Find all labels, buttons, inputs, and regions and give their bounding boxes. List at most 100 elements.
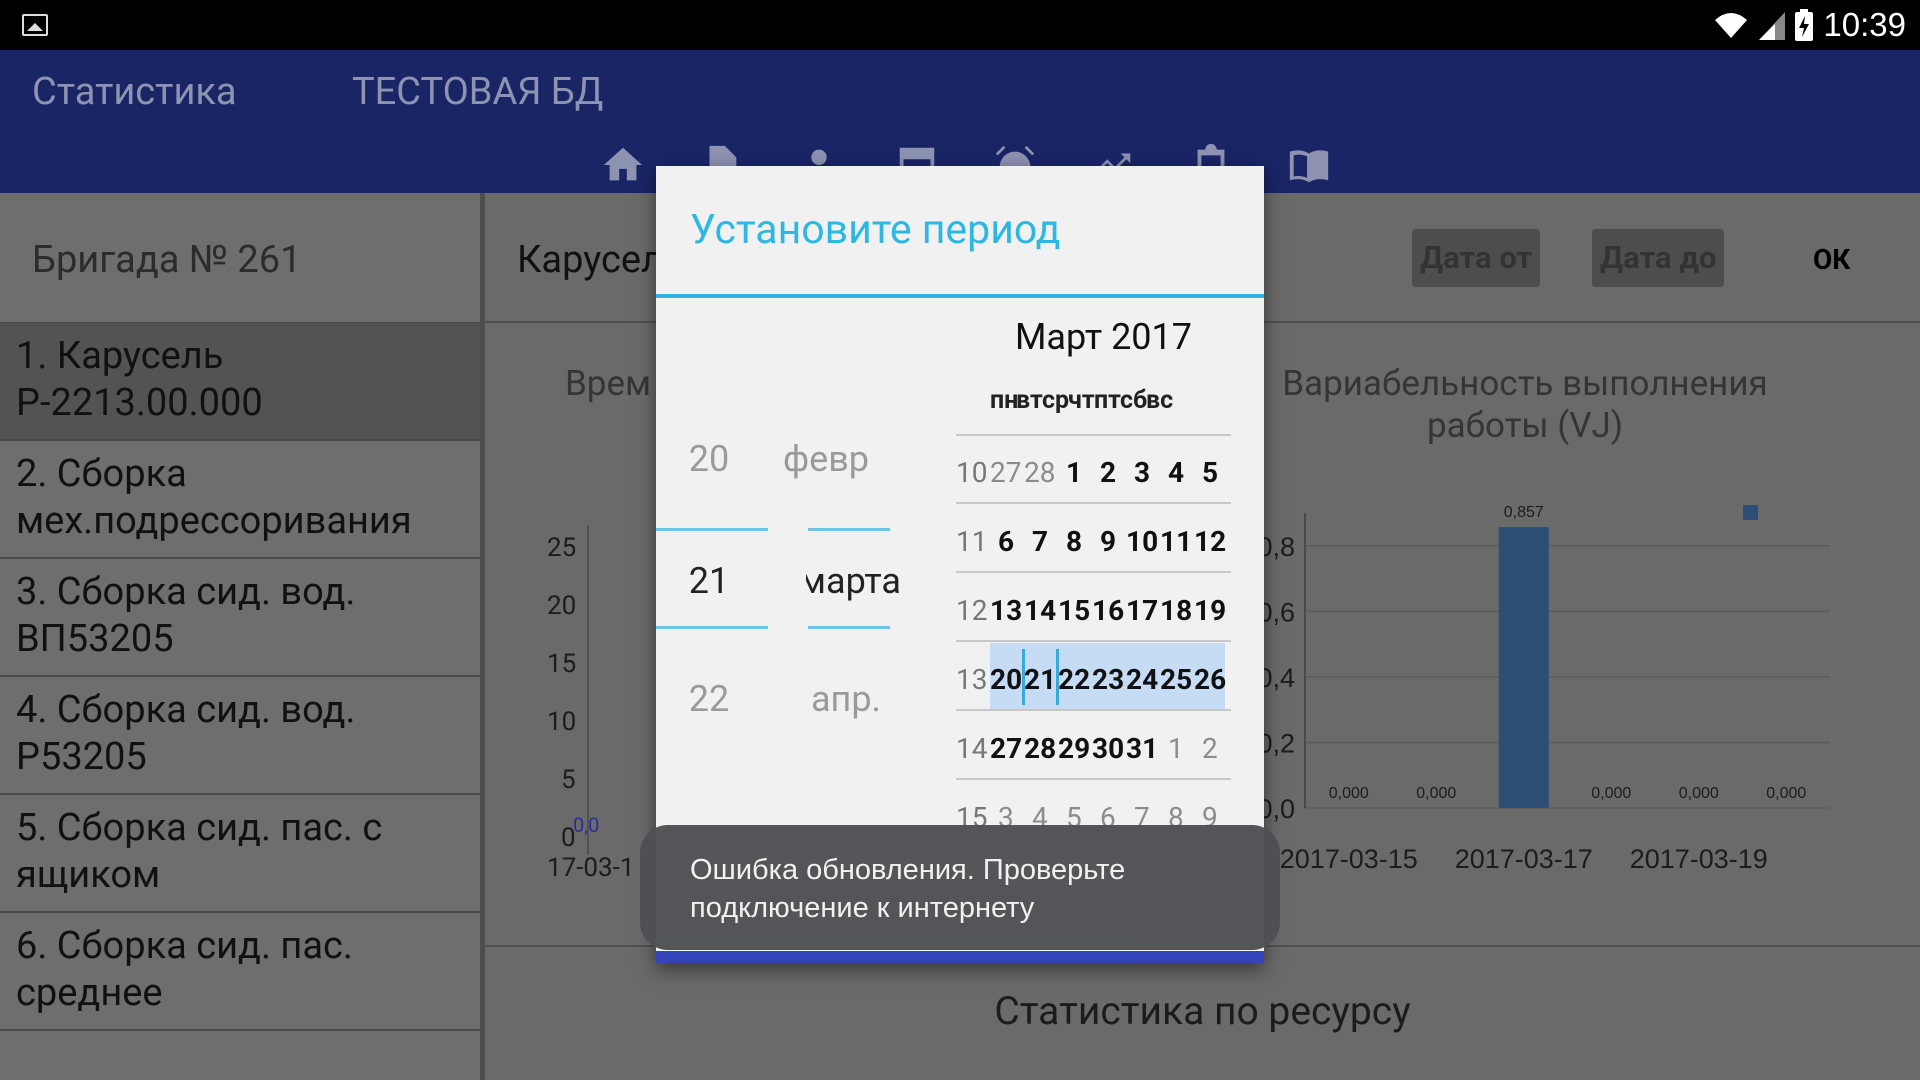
y-axis	[587, 525, 589, 855]
resource-stats-title: Статистика по ресурсу	[994, 988, 1411, 1034]
sidebar-item-label: 3. Сборка сид. вод.	[16, 570, 356, 614]
month-picker-next[interactable]: апр.	[796, 678, 896, 720]
calendar-day[interactable]: 13	[990, 594, 1022, 627]
picker-divider	[656, 626, 768, 629]
calendar-day[interactable]: 30	[1092, 732, 1124, 765]
vj-chart-title: Вариабельность выполнения работы (VJ)	[1282, 363, 1768, 446]
sidebar-item-4[interactable]: 4. Сборка сид. вод. Р53205	[0, 677, 480, 795]
calendar-day[interactable]: 5	[1202, 456, 1218, 489]
calendar-day[interactable]: 1	[1168, 732, 1184, 765]
calendar-day[interactable]: 28	[1024, 456, 1055, 489]
calendar-day[interactable]: 17	[1126, 594, 1158, 627]
week-number: 14	[956, 732, 988, 765]
calendar-day[interactable]: 27	[990, 732, 1022, 765]
calendar-day[interactable]: 2	[1100, 456, 1116, 489]
calendar-month-label: Март 2017	[1015, 316, 1192, 358]
book-icon[interactable]	[1286, 142, 1333, 189]
day-picker-current[interactable]: 21	[674, 560, 744, 602]
y-tick-label: 25	[547, 533, 577, 563]
sidebar-item-sublabel: ВП53205	[16, 617, 174, 661]
calendar-day[interactable]: 1	[1066, 456, 1082, 489]
calendar-day[interactable]: 22	[1058, 663, 1090, 696]
calendar-day[interactable]: 14	[1024, 594, 1056, 627]
calendar-day[interactable]: 15	[1058, 594, 1090, 627]
brigade-sidebar: Бригада № 261 1. Карусель Р-2213.00.000 …	[0, 193, 480, 1080]
x-tick-label: 2017-03-19	[1630, 844, 1768, 874]
sidebar-item-1[interactable]: 1. Карусель Р-2213.00.000	[0, 323, 480, 441]
calendar-day[interactable]: 7	[1032, 525, 1048, 558]
calendar-week-row: 13 20 21 22 23 24 25 26	[956, 643, 1231, 711]
calendar-day[interactable]: 10	[1126, 525, 1158, 558]
calendar-day[interactable]: 27	[990, 456, 1021, 489]
dialog-title: Установите период	[690, 206, 1061, 254]
y-tick-label: 15	[547, 649, 577, 679]
calendar-day[interactable]: 20	[990, 663, 1022, 696]
week-number: 12	[956, 594, 988, 627]
day-picker-prev[interactable]: 20	[674, 438, 744, 480]
wifi-icon	[1715, 13, 1748, 38]
month-picker-current[interactable]: марта	[806, 560, 901, 602]
ok-button[interactable]: ОК	[1813, 243, 1850, 276]
sidebar-item-sublabel: Р53205	[16, 735, 147, 779]
picker-divider	[808, 528, 890, 531]
data-label: 0,000	[1679, 785, 1719, 802]
calendar-day[interactable]: 26	[1194, 663, 1226, 696]
calendar-day[interactable]: 8	[1066, 525, 1082, 558]
sidebar-item-sublabel: мех.подрессоривания	[16, 499, 412, 543]
dialog-title-divider	[656, 294, 1264, 298]
date-from-button[interactable]: Дата от	[1412, 229, 1541, 287]
calendar-day[interactable]: 21	[1024, 663, 1056, 696]
calendar-day[interactable]: 11	[1160, 525, 1192, 558]
signal-icon	[1759, 12, 1786, 40]
week-number: 11	[956, 525, 988, 558]
calendar-day[interactable]: 23	[1092, 663, 1124, 696]
calendar-day[interactable]: 2	[1202, 732, 1218, 765]
data-label: 0,000	[1329, 785, 1369, 802]
legend-marker	[1743, 505, 1758, 520]
day-picker-next[interactable]: 22	[674, 678, 744, 720]
calendar-day[interactable]: 3	[1134, 456, 1150, 489]
weekday-label: ср	[1042, 386, 1070, 415]
y-tick-label: 5	[561, 765, 576, 795]
calendar-day[interactable]: 19	[1194, 594, 1226, 627]
weekday-label: вт	[1016, 386, 1043, 415]
calendar-day[interactable]: 16	[1092, 594, 1124, 627]
sidebar-item-label: 4. Сборка сид. вод.	[16, 688, 356, 732]
calendar-day[interactable]: 9	[1100, 525, 1116, 558]
calendar-day[interactable]: 18	[1160, 594, 1192, 627]
x-tick-label: 2017-03-15	[1280, 844, 1418, 874]
gallery-icon	[22, 14, 48, 36]
calendar-day[interactable]: 31	[1126, 732, 1158, 765]
vj-chart: 0,80,60,40,20,00,000 0,0000,8570,000 0,000…	[1257, 504, 1830, 874]
sidebar-item-3[interactable]: 3. Сборка сид. вод. ВП53205	[0, 559, 480, 677]
week-divider	[956, 778, 1231, 780]
home-icon[interactable]	[600, 142, 647, 189]
app-title: Статистика	[32, 70, 237, 114]
data-label: 0,000	[1591, 785, 1631, 802]
toast-line-2: подключение к интернету	[690, 892, 1035, 924]
month-picker-prev[interactable]: февр	[776, 438, 876, 480]
sidebar-item-2[interactable]: 2. Сборка мех.подрессоривания	[0, 441, 480, 559]
sidebar-item-sublabel: ящиком	[16, 853, 161, 897]
week-divider	[956, 571, 1231, 573]
calendar-day[interactable]: 24	[1126, 663, 1158, 696]
battery-charging-icon	[1795, 9, 1814, 41]
weekday-label: чт	[1068, 386, 1095, 415]
calendar-day[interactable]: 6	[998, 525, 1014, 558]
sidebar-item-5[interactable]: 5. Сборка сид. пас. с ящиком	[0, 795, 480, 913]
error-toast: Ошибка обновления. Проверьте подключение…	[640, 825, 1280, 950]
data-label: 0,000	[1416, 785, 1456, 802]
date-to-button[interactable]: Дата до	[1592, 229, 1725, 287]
weekday-label: вс	[1146, 386, 1174, 415]
calendar-day[interactable]: 29	[1058, 732, 1090, 765]
calendar-day[interactable]: 25	[1160, 663, 1192, 696]
sidebar-item-label: 2. Сборка	[16, 452, 187, 496]
week-number: 10	[956, 456, 988, 489]
calendar-day[interactable]: 12	[1194, 525, 1226, 558]
x-tick-label: 17-03-1	[547, 853, 635, 883]
week-divider	[956, 709, 1231, 711]
calendar-day[interactable]: 4	[1168, 456, 1184, 489]
sidebar-item-6[interactable]: 6. Сборка сид. пас. среднее	[0, 913, 480, 1031]
picker-divider	[808, 626, 890, 629]
calendar-day[interactable]: 28	[1024, 732, 1056, 765]
